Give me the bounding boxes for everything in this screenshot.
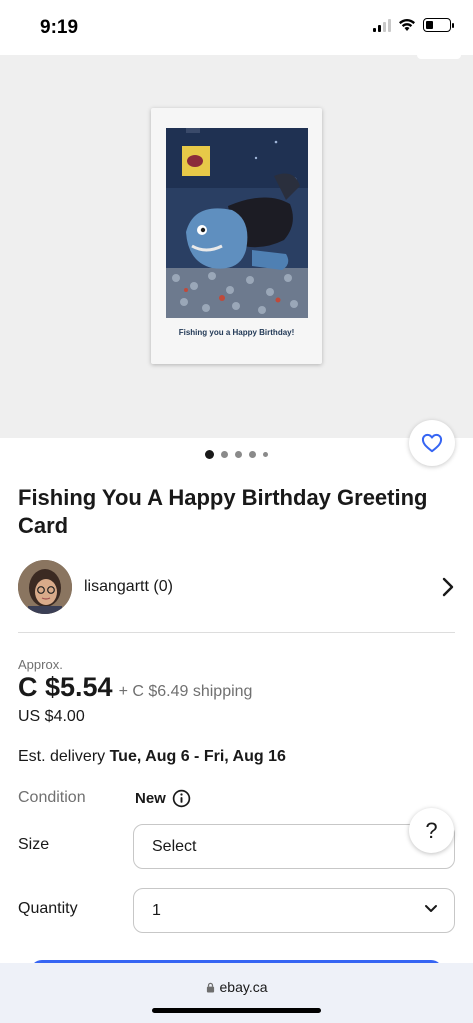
chevron-right-icon[interactable]: [442, 577, 454, 597]
card-artwork: [166, 128, 308, 318]
seller-avatar[interactable]: [18, 560, 72, 614]
carousel-dot[interactable]: [263, 452, 268, 457]
delivery-label: Est. delivery: [18, 748, 106, 765]
card-caption: Fishing you a Happy Birthday!: [178, 328, 295, 337]
browser-address-bar[interactable]: ebay.ca: [0, 963, 473, 1023]
price-row: C $5.54 + C $6.49 shipping: [18, 672, 252, 703]
quantity-label: Quantity: [18, 900, 78, 917]
size-select-value: Select: [152, 837, 197, 855]
approx-label: Approx.: [18, 657, 63, 672]
listing-image-carousel[interactable]: Fishing you a Happy Birthday!: [0, 55, 473, 438]
usd-price: US $4.00: [18, 708, 85, 725]
listing-title: Fishing You A Happy Birthday Greeting Ca…: [18, 485, 428, 538]
carousel-dot[interactable]: [221, 451, 228, 458]
wifi-icon: [399, 18, 415, 31]
home-indicator[interactable]: [152, 1008, 321, 1013]
chevron-down-icon: [425, 905, 437, 912]
seller-row[interactable]: lisangartt (0): [18, 560, 458, 614]
size-select[interactable]: Select: [133, 824, 455, 869]
url-display[interactable]: ebay.ca: [0, 979, 473, 995]
listing-image[interactable]: Fishing you a Happy Birthday!: [151, 108, 322, 364]
info-icon[interactable]: [172, 789, 191, 808]
condition-label: Condition: [18, 789, 86, 806]
carousel-dot[interactable]: [205, 450, 214, 459]
quantity-select[interactable]: 1: [133, 888, 455, 933]
battery-icon: [423, 18, 454, 32]
carousel-dot[interactable]: [249, 451, 256, 458]
condition-text: New: [135, 790, 166, 807]
size-label: Size: [18, 836, 50, 853]
delivery-dates: Tue, Aug 6 - Fri, Aug 16: [109, 748, 286, 765]
cellular-signal-icon: [373, 18, 391, 32]
watch-heart-button[interactable]: [409, 420, 455, 466]
status-icons: [373, 18, 454, 32]
status-time: 9:19: [40, 17, 79, 38]
url-text[interactable]: ebay.ca: [220, 979, 268, 995]
shipping-cost: + C $6.49 shipping: [118, 683, 253, 700]
seller-name[interactable]: lisangartt (0): [84, 578, 173, 596]
condition-value: New: [135, 789, 191, 808]
carousel-indicator[interactable]: [0, 450, 473, 459]
status-bar: 9:19: [0, 0, 473, 55]
price: C $5.54: [18, 672, 113, 702]
estimated-delivery: Est. delivery Tue, Aug 6 - Fri, Aug 16: [18, 748, 286, 766]
divider: [18, 632, 455, 633]
lock-icon: [206, 982, 214, 992]
quantity-select-value: 1: [152, 901, 161, 919]
carousel-dot[interactable]: [235, 451, 242, 458]
help-button[interactable]: ?: [409, 808, 454, 853]
